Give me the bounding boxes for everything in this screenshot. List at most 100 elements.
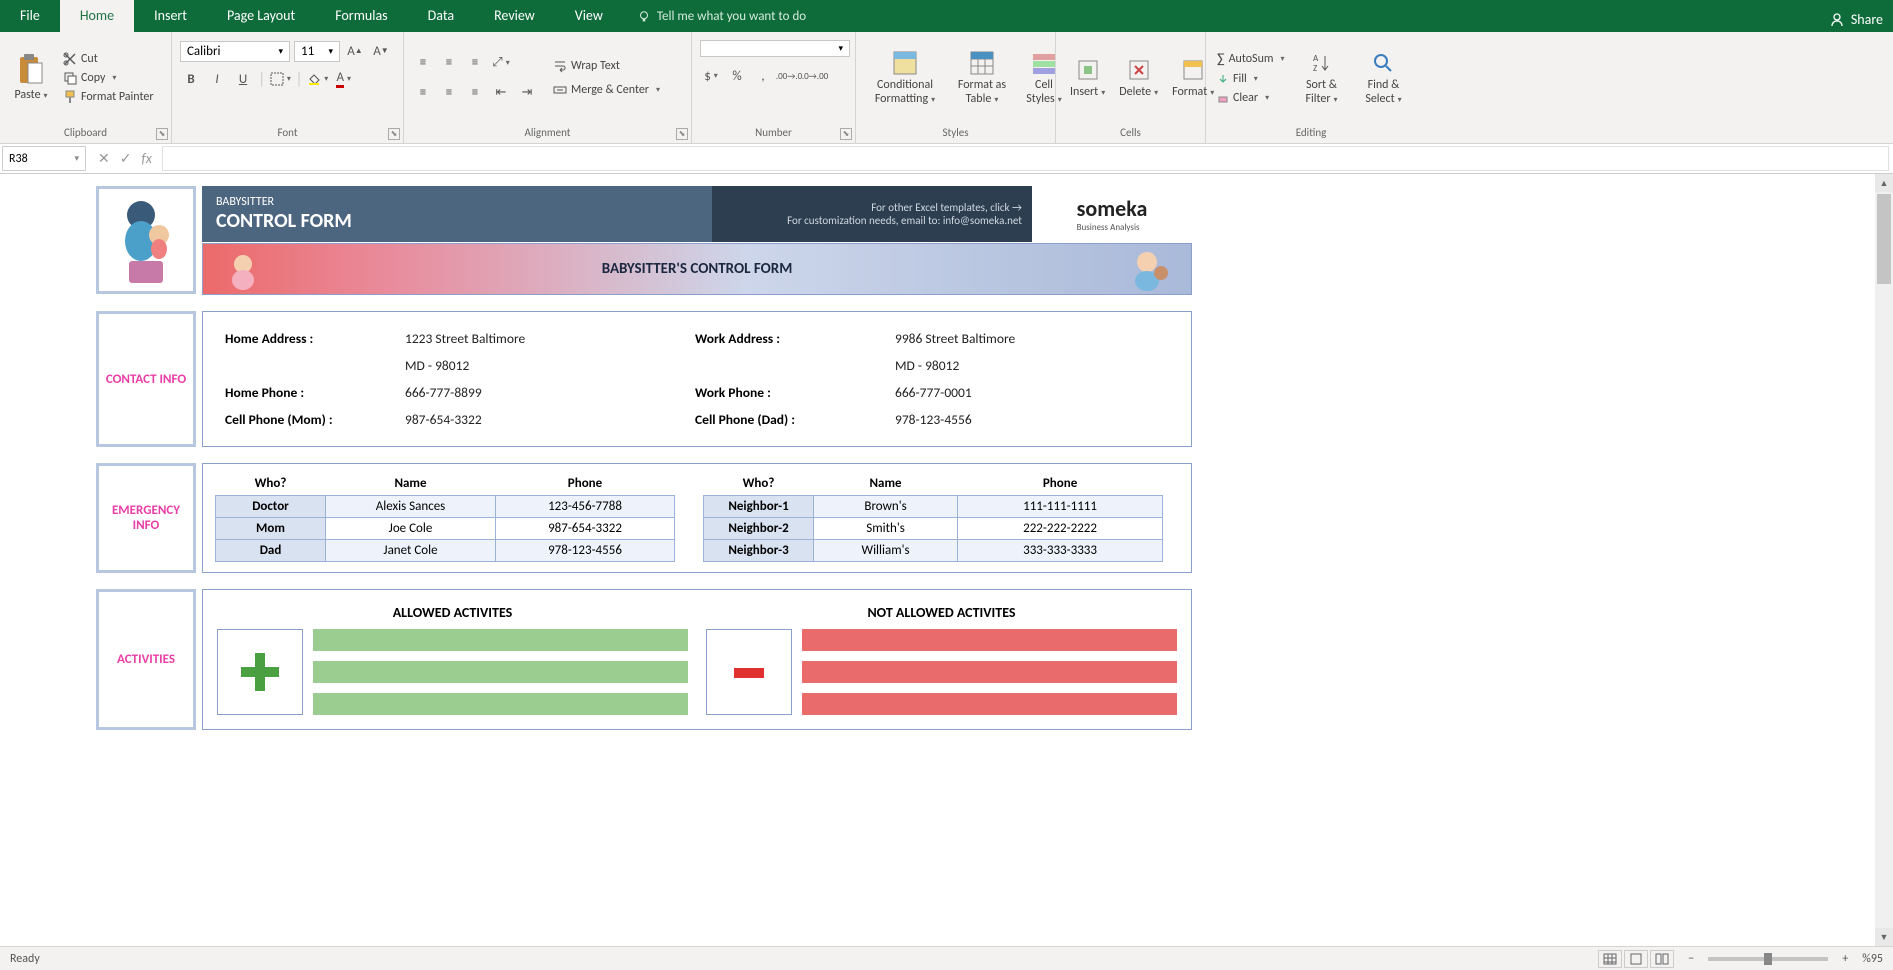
page-break-view-button[interactable]	[1650, 950, 1674, 968]
fill-button[interactable]: Fill	[1214, 71, 1287, 87]
clear-button[interactable]: Clear	[1214, 90, 1287, 106]
align-bottom-button[interactable]: ≡	[464, 52, 486, 74]
tab-insert[interactable]: Insert	[134, 0, 207, 32]
page-layout-view-button[interactable]	[1624, 950, 1648, 968]
insert-function-button[interactable]: fx	[141, 150, 151, 167]
align-center-button[interactable]: ≡	[438, 82, 460, 104]
clipboard-launcher[interactable]: ⬊	[156, 128, 168, 140]
insert-cells-button[interactable]: Insert	[1064, 54, 1111, 102]
table-format-icon	[968, 49, 996, 77]
increase-font-button[interactable]: A▲	[344, 40, 366, 62]
delete-cell-icon	[1125, 56, 1153, 84]
find-select-button[interactable]: Find & Select	[1355, 47, 1411, 109]
ribbon: Paste Cut Copy Format Painter Clipboard …	[0, 32, 1893, 144]
table-row: Neighbor-1Brown's111-111-1111	[704, 496, 1163, 518]
sort-icon: AZ	[1307, 49, 1335, 77]
cut-button[interactable]: Cut	[60, 51, 157, 67]
align-middle-button[interactable]: ≡	[438, 52, 460, 74]
font-size-select[interactable]: 11▾	[294, 41, 340, 62]
merge-center-button[interactable]: Merge & Center	[550, 82, 663, 98]
increase-decimal-button[interactable]: .00→.0	[778, 65, 800, 87]
emergency-section-label: EMERGENCY INFO	[96, 463, 196, 573]
not-allowed-activities: NOT ALLOWED ACTIVITES	[706, 600, 1177, 715]
minus-icon	[706, 629, 792, 715]
tab-home[interactable]: Home	[60, 0, 134, 32]
underline-button[interactable]: U	[232, 68, 254, 90]
enter-formula-button[interactable]: ✓	[120, 150, 132, 167]
brand-logo: somekaBusiness Analysis	[1032, 186, 1192, 242]
scroll-down-button[interactable]: ▼	[1875, 928, 1893, 946]
vertical-scrollbar[interactable]: ▲ ▼	[1875, 174, 1893, 946]
conditional-formatting-button[interactable]: Conditional Formatting	[864, 47, 946, 109]
worksheet-area[interactable]: BABYSITTER CONTROL FORM For other Excel …	[0, 174, 1893, 946]
wrap-text-button[interactable]: Wrap Text	[550, 58, 663, 74]
svg-text:Z: Z	[1313, 63, 1317, 74]
font-launcher[interactable]: ⬊	[388, 128, 400, 140]
emergency-table-left: Who?NamePhone DoctorAlexis Sances123-456…	[215, 472, 675, 562]
bold-button[interactable]: B	[180, 68, 202, 90]
zoom-out-button[interactable]: −	[1688, 952, 1694, 966]
page-view-icon	[1629, 953, 1643, 965]
cond-format-icon	[891, 49, 919, 77]
percent-format-button[interactable]: %	[726, 65, 748, 87]
eraser-icon	[1217, 92, 1229, 104]
orientation-button[interactable]: ⤢	[490, 52, 512, 74]
indent-increase-button[interactable]: ⇥	[516, 82, 538, 104]
table-row: MomJoe Cole987-654-3322	[216, 518, 675, 540]
tab-page-layout[interactable]: Page Layout	[207, 0, 315, 32]
align-left-button[interactable]: ≡	[412, 82, 434, 104]
formula-bar-row: R38▾ ✕ ✓ fx	[0, 144, 1893, 174]
sigma-icon: ∑	[1217, 50, 1225, 67]
zoom-level[interactable]: %95	[1862, 952, 1883, 966]
normal-view-button[interactable]	[1598, 950, 1622, 968]
tab-file[interactable]: File	[0, 0, 60, 32]
decrease-decimal-button[interactable]: .0→.00	[804, 65, 826, 87]
delete-cells-button[interactable]: Delete	[1113, 54, 1164, 102]
activities-section-label: ACTIVITIES	[96, 589, 196, 730]
scissors-icon	[63, 52, 77, 66]
group-label-editing: Editing	[1206, 123, 1416, 143]
tab-review[interactable]: Review	[474, 0, 555, 32]
tab-formulas[interactable]: Formulas	[315, 0, 407, 32]
number-launcher[interactable]: ⬊	[840, 128, 852, 140]
tellme-search[interactable]: Tell me what you want to do	[623, 1, 820, 32]
tab-view[interactable]: View	[555, 0, 623, 32]
zoom-in-button[interactable]: +	[1842, 952, 1848, 966]
alignment-launcher[interactable]: ⬊	[676, 128, 688, 140]
borders-button[interactable]	[269, 68, 291, 90]
ribbon-tabs: File Home Insert Page Layout Formulas Da…	[0, 0, 1893, 32]
zoom-slider[interactable]	[1708, 957, 1828, 961]
format-as-table-button[interactable]: Format as Table	[948, 47, 1016, 109]
group-label-number: Number	[692, 123, 855, 143]
group-label-font: Font	[172, 123, 403, 143]
comma-format-button[interactable]: ,	[752, 65, 774, 87]
sort-filter-button[interactable]: AZSort & Filter	[1293, 47, 1349, 109]
cancel-formula-button[interactable]: ✕	[98, 150, 110, 167]
number-format-select[interactable]: ▾	[700, 40, 850, 57]
merge-icon	[553, 83, 567, 97]
font-name-select[interactable]: Calibri▾	[180, 41, 290, 62]
scroll-thumb[interactable]	[1877, 194, 1891, 284]
name-box[interactable]: R38▾	[2, 146, 86, 171]
formula-bar[interactable]	[162, 146, 1889, 171]
header-title-block: BABYSITTER CONTROL FORM	[202, 186, 712, 242]
decrease-font-button[interactable]: A▼	[370, 40, 392, 62]
status-ready: Ready	[10, 952, 40, 966]
italic-button[interactable]: I	[206, 68, 228, 90]
fill-color-button[interactable]	[307, 68, 329, 90]
header-info-block: For other Excel templates, click → For c…	[712, 186, 1032, 242]
scroll-up-button[interactable]: ▲	[1875, 174, 1893, 192]
wrap-icon	[553, 59, 567, 73]
share-button[interactable]: Share	[1819, 7, 1893, 32]
copy-button[interactable]: Copy	[60, 70, 157, 86]
autosum-button[interactable]: ∑AutoSum	[1214, 49, 1287, 68]
font-color-button[interactable]: A	[333, 68, 355, 90]
align-right-button[interactable]: ≡	[464, 82, 486, 104]
indent-decrease-button[interactable]: ⇤	[490, 82, 512, 104]
accounting-format-button[interactable]: $	[700, 65, 722, 87]
paste-button[interactable]: Paste	[8, 51, 54, 105]
tab-data[interactable]: Data	[408, 0, 474, 32]
align-top-button[interactable]: ≡	[412, 52, 434, 74]
format-painter-button[interactable]: Format Painter	[60, 89, 157, 105]
group-label-styles: Styles	[856, 123, 1055, 143]
